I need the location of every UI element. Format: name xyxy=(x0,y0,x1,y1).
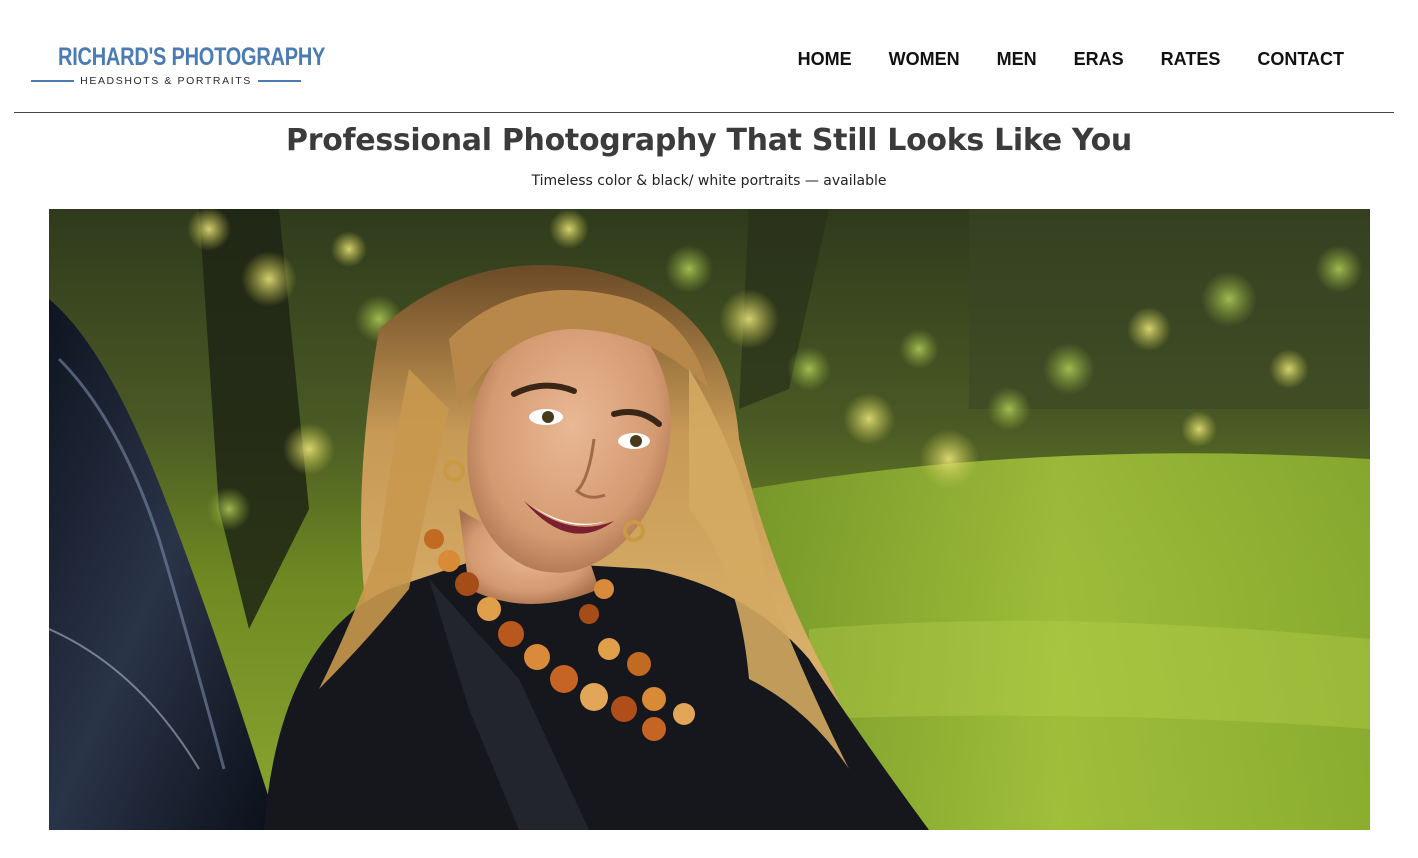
header-divider xyxy=(14,112,1394,113)
nav-eras[interactable]: ERAS xyxy=(1074,48,1124,70)
logo-subtitle: HEADSHOTS & PORTRAITS xyxy=(80,75,252,87)
nav-contact[interactable]: CONTACT xyxy=(1257,48,1344,70)
nav-home[interactable]: HOME xyxy=(798,48,852,70)
page-title: Professional Photography That Still Look… xyxy=(286,123,1132,158)
logo-rule-left xyxy=(31,80,75,82)
nav-men[interactable]: MEN xyxy=(997,48,1037,70)
nav-women[interactable]: WOMEN xyxy=(889,48,960,70)
logo-tagline-row: HEADSHOTS & PORTRAITS xyxy=(31,74,301,88)
site-logo[interactable]: RICHARD'S PHOTOGRAPHY HEADSHOTS & PORTRA… xyxy=(31,42,326,88)
logo-rule-right xyxy=(257,80,301,82)
nav-rates[interactable]: RATES xyxy=(1161,48,1221,70)
main-nav: HOME WOMEN MEN ERAS RATES CONTACT xyxy=(798,48,1344,70)
hero-portrait-image xyxy=(49,209,1370,830)
page-subtitle: Timeless color & black/ white portraits … xyxy=(531,173,887,189)
logo-title: RICHARD'S PHOTOGRAPHY xyxy=(58,43,326,71)
